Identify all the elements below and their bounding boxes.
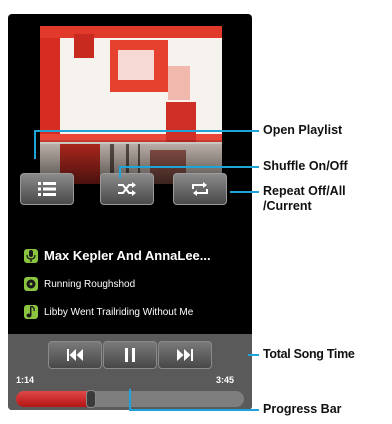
total-time: 3:45: [216, 375, 235, 385]
previous-icon: [67, 349, 83, 361]
list-icon: [38, 182, 56, 196]
callout-line-progress-h: [129, 409, 259, 411]
artist-name: Max Kepler And AnnaLee...: [44, 248, 211, 263]
album-name: Running Roughshod: [44, 278, 136, 290]
callout-line-playlist-h: [34, 130, 259, 132]
music-note-icon: [24, 305, 38, 319]
disc-icon: [24, 277, 38, 291]
open-playlist-button[interactable]: [20, 173, 74, 205]
callout-repeat-line2: /Current: [263, 199, 312, 213]
song-row: Libby Went Trailriding Without Me: [24, 305, 193, 319]
next-icon: [177, 349, 193, 361]
callout-line-playlist: [34, 130, 36, 159]
callout-line-total-h: [248, 354, 259, 356]
artist-row: Max Kepler And AnnaLee...: [24, 248, 211, 263]
repeat-icon: [192, 182, 208, 196]
callout-total-time: Total Song Time: [263, 347, 355, 361]
next-button[interactable]: [158, 341, 212, 369]
callout-shuffle: Shuffle On/Off: [263, 159, 348, 173]
song-title: Libby Went Trailriding Without Me: [44, 306, 194, 318]
repeat-button[interactable]: [173, 173, 227, 205]
album-row: Running Roughshod: [24, 277, 135, 291]
shuffle-icon: [118, 182, 136, 196]
callout-open-playlist: Open Playlist: [263, 123, 343, 137]
callout-line-shuffle-h: [119, 166, 259, 168]
progress-knob[interactable]: [86, 390, 97, 408]
album-art: [40, 26, 222, 184]
callout-line-repeat-h: [230, 191, 259, 193]
music-player-screen: Max Kepler And AnnaLee... Running Roughs…: [8, 14, 252, 410]
shuffle-button[interactable]: [100, 173, 154, 205]
pause-icon: [125, 348, 135, 362]
previous-button[interactable]: [48, 341, 102, 369]
pause-button[interactable]: [103, 341, 157, 369]
progress-fill: [16, 391, 92, 407]
elapsed-time: 1:14: [16, 375, 35, 385]
callout-progress-bar: Progress Bar: [263, 402, 342, 416]
callout-line-progress-v: [129, 389, 131, 410]
callout-repeat-line1: Repeat Off/All: [263, 184, 346, 198]
microphone-icon: [24, 248, 38, 263]
